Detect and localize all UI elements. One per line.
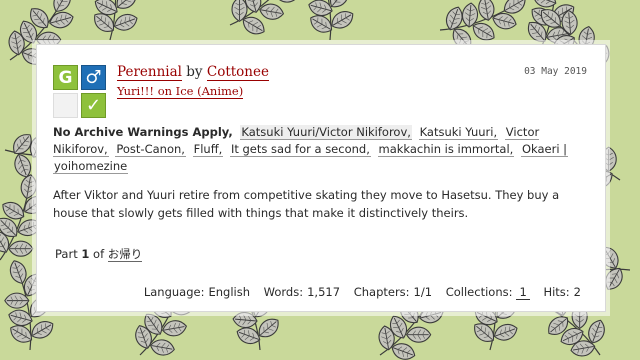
chapters-label: Chapters:	[353, 285, 410, 299]
language-value: English	[208, 285, 251, 299]
hits-value: 2	[573, 285, 581, 299]
collections-link[interactable]: 1	[516, 285, 530, 300]
category-mm-icon[interactable]: ♂	[81, 65, 106, 90]
freeform-tag[interactable]: Okaeri |	[520, 142, 569, 157]
work-stats: Language: English Words: 1,517 Chapters: 1/…	[143, 285, 581, 300]
chapters-value: 1/1	[413, 285, 433, 299]
series-part-label: Part	[55, 247, 78, 261]
author-link[interactable]: Cottonee	[206, 64, 269, 81]
work-title-link[interactable]: Perennial	[117, 64, 182, 81]
freeform-tag[interactable]: makkachin is immortal,	[377, 142, 515, 157]
warning-tag[interactable]: No Archive Warnings Apply,	[53, 125, 233, 139]
work-summary: After Viktor and Yuuri retire from compe…	[53, 188, 560, 220]
work-blurb: G ♂ ✓ Perennial by Cottonee Yuri!!! on I…	[36, 44, 606, 312]
by-label: by	[186, 64, 203, 80]
words-value: 1,517	[307, 285, 341, 299]
series-of-label: of	[93, 247, 105, 261]
tag-list: No Archive Warnings Apply, Katsuki Yuuri…	[53, 124, 588, 175]
fandom-link[interactable]: Yuri!!! on Ice (Anime)	[117, 84, 244, 99]
publish-date: 03 May 2019	[524, 66, 587, 77]
words-label: Words:	[263, 285, 304, 299]
rating-general-icon[interactable]: G	[53, 65, 78, 90]
freeform-tag[interactable]: Fluff,	[192, 142, 224, 157]
language-label: Language:	[143, 285, 205, 299]
series-info: Part 1 of お帰り	[55, 246, 143, 262]
warnings-icon[interactable]	[53, 93, 78, 118]
relationship-tag[interactable]: Katsuki Yuuri/Victor Nikiforov,	[240, 125, 412, 140]
hits-label: Hits:	[543, 285, 570, 299]
fandom: Yuri!!! on Ice (Anime)	[117, 84, 244, 99]
collections-label: Collections:	[445, 285, 513, 299]
series-link[interactable]: お帰り	[107, 247, 143, 262]
series-part-number: 1	[81, 247, 90, 261]
required-tags: G ♂ ✓	[53, 65, 107, 119]
freeform-tag[interactable]: yoihomezine	[53, 159, 129, 174]
freeform-tag[interactable]: It gets sad for a second,	[229, 142, 371, 157]
complete-work-icon[interactable]: ✓	[81, 93, 106, 118]
work-heading: Perennial by Cottonee	[117, 64, 269, 81]
character-tag[interactable]: Katsuki Yuuri,	[418, 125, 499, 140]
freeform-tag[interactable]: Post-Canon,	[115, 142, 186, 157]
